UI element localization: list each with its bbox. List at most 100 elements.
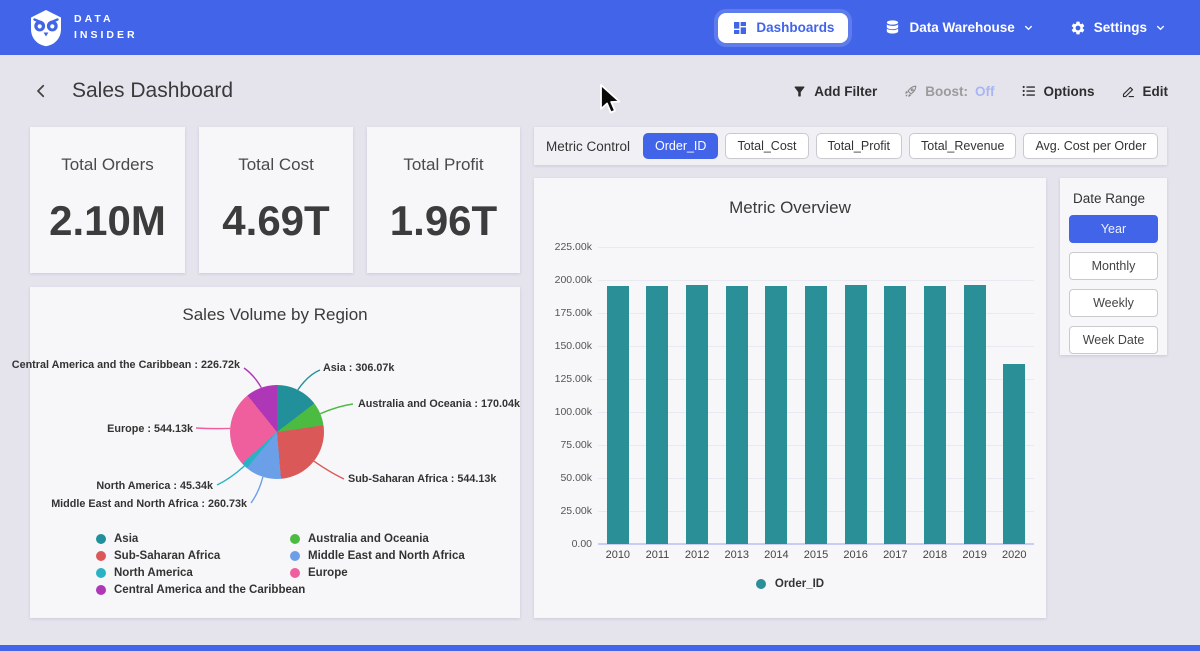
y-axis-tick: 100.00k	[538, 406, 592, 418]
bar-2010[interactable]	[607, 286, 629, 544]
boost-toggle[interactable]: Boost: Off	[903, 84, 994, 99]
legend-label: North America	[114, 567, 193, 579]
app-root: DATA INSIDER Dashboards Data Warehouse	[0, 0, 1200, 651]
date-range-button-group: Year Monthly Weekly Week Date	[1060, 215, 1167, 354]
pie-callout-asia: Asia : 306.07k	[323, 362, 394, 374]
date-range-year[interactable]: Year	[1069, 215, 1158, 243]
pie-callout-north-america: North America : 45.34k	[96, 480, 213, 492]
navbar-menu: Dashboards Data Warehouse Settings	[718, 13, 1166, 43]
top-navbar: DATA INSIDER Dashboards Data Warehouse	[0, 0, 1200, 55]
legend-label: Sub-Saharan Africa	[114, 550, 220, 562]
bar-chart-plot-area	[598, 247, 1034, 544]
x-axis-tick: 2020	[994, 549, 1034, 561]
brand-name: DATA INSIDER	[74, 12, 138, 42]
kpi-value: 2.10M	[49, 197, 166, 245]
edit-button[interactable]: Edit	[1121, 84, 1169, 99]
kpi-label: Total Cost	[238, 155, 314, 175]
bar-2019[interactable]	[964, 285, 986, 544]
metric-chip-order-id[interactable]: Order_ID	[643, 133, 718, 159]
pie-legend-item-north-america: North America	[96, 567, 284, 579]
kpi-value: 1.96T	[390, 197, 497, 245]
x-axis-tick: 2015	[796, 549, 836, 561]
x-axis-tick: 2016	[836, 549, 876, 561]
y-axis-tick: 25.00k	[538, 505, 592, 517]
x-axis-tick: 2011	[638, 549, 678, 561]
pie-legend-item-central-america-and-the-caribbean: Central America and the Caribbean	[96, 584, 284, 596]
date-range-week-date[interactable]: Week Date	[1069, 326, 1158, 354]
bar-slot	[717, 247, 757, 544]
pie-callout-sub-saharan-africa: Sub-Saharan Africa : 544.13k	[348, 473, 496, 485]
bar-2014[interactable]	[765, 286, 787, 544]
pie-legend-item-europe: Europe	[290, 567, 465, 579]
bar-2020[interactable]	[1003, 364, 1025, 544]
y-axis-tick: 150.00k	[538, 340, 592, 352]
chevron-left-icon	[32, 82, 50, 100]
bar-2012[interactable]	[686, 285, 708, 544]
y-axis-tick: 175.00k	[538, 307, 592, 319]
pie-chart[interactable]	[230, 385, 324, 479]
legend-label: Australia and Oceania	[308, 533, 429, 545]
legend-dot	[96, 534, 106, 544]
x-axis-tick: 2019	[955, 549, 995, 561]
pie-callout-australia-oceania: Australia and Oceania : 170.04k	[358, 398, 520, 410]
header-actions: Add Filter Boost: Off Options	[792, 83, 1168, 99]
metric-overview-chart-card: Metric Overview 0.0025.00k50.00k75.00k10…	[534, 178, 1046, 618]
add-filter-button[interactable]: Add Filter	[792, 84, 877, 99]
gear-icon	[1070, 20, 1086, 36]
legend-label: Middle East and North Africa	[308, 550, 465, 562]
legend-label: Central America and the Caribbean	[114, 584, 305, 596]
metric-chip-total-revenue[interactable]: Total_Revenue	[909, 133, 1016, 159]
bar-slot	[955, 247, 995, 544]
chevron-down-icon	[1155, 22, 1166, 33]
legend-dot	[96, 551, 106, 561]
metric-chip-total-profit[interactable]: Total_Profit	[816, 133, 903, 159]
pie-legend-item-middle-east-and-north-africa: Middle East and North Africa	[290, 550, 465, 562]
bar-slot	[836, 247, 876, 544]
y-axis-tick: 75.00k	[538, 439, 592, 451]
filter-icon	[792, 84, 807, 99]
bar-2011[interactable]	[646, 286, 668, 544]
x-axis-tick: 2014	[757, 549, 797, 561]
y-axis-tick: 50.00k	[538, 472, 592, 484]
x-axis-tick: 2013	[717, 549, 757, 561]
bar-2013[interactable]	[726, 286, 748, 544]
nav-dashboards-button[interactable]: Dashboards	[718, 13, 848, 43]
legend-dot	[290, 551, 300, 561]
nav-settings-button[interactable]: Settings	[1070, 20, 1166, 36]
page-header: Sales Dashboard Add Filter Boost: Off	[0, 55, 1200, 127]
x-axis-tick: 2018	[915, 549, 955, 561]
date-range-panel: Date Range YearMonthlyWeeklyWeek Date	[1060, 178, 1167, 355]
bar-chart-legend: Order_ID	[534, 578, 1046, 590]
metric-chip-avg-cost-per-order[interactable]: Avg. Cost per Order	[1023, 133, 1158, 159]
pie-legend-item-australia-and-oceania: Australia and Oceania	[290, 533, 465, 545]
pie-callout-middle-east-north-africa: Middle East and North Africa : 260.73k	[51, 498, 247, 510]
metric-chip-total-cost[interactable]: Total_Cost	[725, 133, 808, 159]
bar-slot	[796, 247, 836, 544]
options-button[interactable]: Options	[1021, 83, 1095, 99]
date-range-monthly[interactable]: Monthly	[1069, 252, 1158, 280]
date-range-weekly[interactable]: Weekly	[1069, 289, 1158, 317]
bar-slot	[757, 247, 797, 544]
pie-chart-legend: AsiaAustralia and OceaniaSub-Saharan Afr…	[96, 533, 465, 596]
brand-logo[interactable]: DATA INSIDER	[28, 9, 138, 47]
legend-label: Order_ID	[775, 578, 824, 590]
back-button[interactable]	[32, 82, 50, 100]
kpi-label: Total Orders	[61, 155, 154, 175]
bar-2015[interactable]	[805, 286, 827, 544]
bar-2018[interactable]	[924, 286, 946, 544]
options-list-icon	[1021, 83, 1037, 99]
bar-chart-title: Metric Overview	[534, 178, 1046, 218]
nav-data-warehouse-button[interactable]: Data Warehouse	[884, 19, 1033, 36]
legend-dot	[290, 534, 300, 544]
chevron-down-icon	[1023, 22, 1034, 33]
metric-control-bar: Metric Control Order_IDTotal_CostTotal_P…	[534, 127, 1167, 165]
bar-2016[interactable]	[845, 285, 867, 544]
bar-2017[interactable]	[884, 286, 906, 544]
bar-slot	[677, 247, 717, 544]
boost-status: Off	[975, 84, 995, 99]
bar-chart-x-axis-labels: 2010201120122013201420152016201720182019…	[598, 549, 1034, 561]
legend-dot	[96, 585, 106, 595]
bar-series	[598, 247, 1034, 544]
x-axis-tick: 2012	[677, 549, 717, 561]
legend-dot	[290, 568, 300, 578]
